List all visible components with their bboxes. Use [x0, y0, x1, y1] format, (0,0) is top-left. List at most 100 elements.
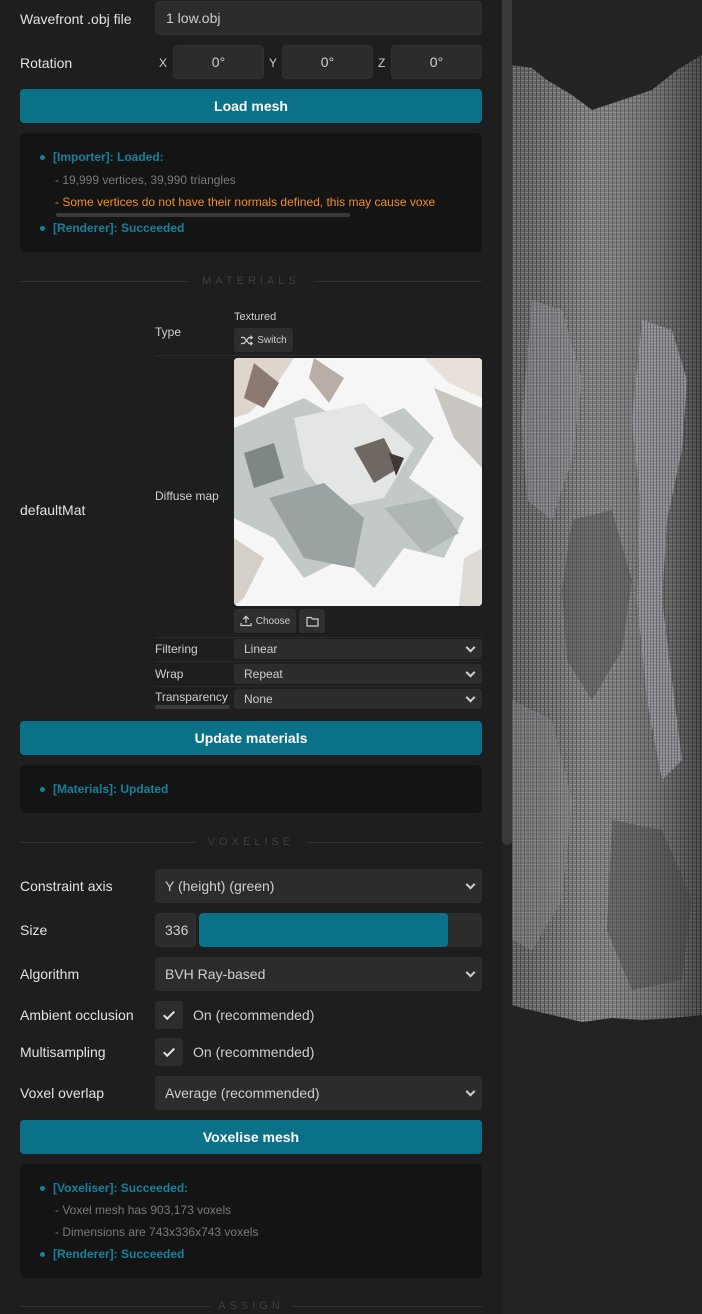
multisampling-value: On (recommended) [193, 1044, 315, 1060]
constraint-axis-value: Y (height) (green) [165, 878, 275, 894]
render-viewport[interactable] [512, 0, 702, 1314]
section-divider [20, 281, 188, 282]
rotation-z-label: Z [378, 56, 386, 70]
chevron-down-icon [465, 967, 476, 978]
size-label: Size [20, 922, 48, 938]
algorithm-select[interactable]: BVH Ray-based [155, 957, 482, 991]
folder-button[interactable] [299, 609, 325, 633]
check-icon [162, 1044, 176, 1057]
algorithm-value: BVH Ray-based [165, 966, 266, 982]
folder-icon [305, 616, 319, 627]
choose-button-label: Choose [255, 615, 291, 627]
multisampling-label: Multisampling [20, 1044, 106, 1060]
chevron-down-icon [465, 642, 476, 653]
section-divider [306, 842, 482, 843]
rotation-y-input[interactable]: 0° [282, 45, 373, 79]
log-bullet [40, 1186, 45, 1191]
size-slider[interactable] [199, 913, 482, 947]
chevron-down-icon [465, 1086, 476, 1097]
file-label: Wavefront .obj file [20, 11, 132, 27]
diffuse-map-label: Diffuse map [155, 489, 219, 503]
constraint-axis-select[interactable]: Y (height) (green) [155, 869, 482, 903]
chevron-down-icon [465, 879, 476, 890]
update-materials-button[interactable]: Update materials [20, 721, 482, 755]
transparency-select[interactable]: None [234, 689, 482, 709]
ambient-occlusion-value: On (recommended) [193, 1007, 315, 1023]
size-number-value: 336 [165, 922, 189, 938]
rotation-x-value: 0° [211, 54, 226, 70]
materials-log-head: [Materials]: Updated [53, 782, 169, 796]
size-number-input[interactable]: 336 [155, 913, 196, 947]
voxel-overlap-select[interactable]: Average (recommended) [155, 1076, 482, 1110]
label-scrollbar[interactable] [155, 705, 230, 709]
materials-log: [Materials]: Updated [20, 765, 482, 813]
import-log: [Importer]: Loaded: - 19,999 vertices, 3… [20, 133, 482, 252]
rotation-z-input[interactable]: 0° [391, 45, 482, 79]
panel-scrollbar-thumb[interactable] [502, 0, 512, 845]
importer-log-warning: - Some vertices do not have their normal… [55, 195, 436, 209]
load-mesh-button[interactable]: Load mesh [20, 89, 482, 123]
voxel-mesh-render [512, 55, 702, 1022]
log-bullet [40, 155, 45, 160]
row-separator [155, 661, 482, 662]
voxelise-section-title: VOXELISE [207, 836, 295, 848]
transparency-select-value: None [244, 692, 273, 706]
wrap-label: Wrap [155, 667, 184, 681]
type-value: Textured [234, 311, 277, 323]
switch-button-label: Switch [257, 334, 287, 346]
choose-button[interactable]: Choose [234, 609, 296, 633]
algorithm-label: Algorithm [20, 966, 80, 982]
log-bullet [40, 226, 45, 231]
importer-log-head: [Importer]: Loaded: [53, 150, 164, 164]
log-scrollbar[interactable] [56, 213, 350, 217]
shuffle-icon [241, 334, 254, 346]
materials-section-title: MATERIALS [202, 275, 300, 287]
multisampling-checkbox[interactable] [155, 1038, 183, 1066]
ambient-occlusion-label: Ambient occlusion [20, 1007, 134, 1023]
voxel-overlap-value: Average (recommended) [165, 1085, 320, 1101]
log-bullet [40, 1252, 45, 1257]
transparency-label: Transparency [155, 690, 228, 704]
voxeliser-log: [Voxeliser]: Succeeded: - Voxel mesh has… [20, 1164, 482, 1278]
voxelise-mesh-button[interactable]: Voxelise mesh [20, 1120, 482, 1154]
filtering-label: Filtering [155, 642, 198, 656]
settings-panel: Wavefront .obj file 1 low.obj Rotation X… [0, 0, 502, 1314]
file-input[interactable]: 1 low.obj [155, 1, 482, 35]
row-separator [155, 686, 482, 687]
check-icon [162, 1007, 176, 1020]
rotation-y-label: Y [269, 56, 278, 70]
row-separator [155, 355, 482, 356]
filtering-select-value: Linear [244, 642, 278, 656]
rotation-x-input[interactable]: 0° [173, 45, 264, 79]
importer-log-line: - 19,999 vertices, 39,990 triangles [55, 173, 236, 187]
chevron-down-icon [465, 692, 476, 703]
renderer-log-head: [Renderer]: Succeeded [53, 1247, 185, 1261]
wrap-select-value: Repeat [244, 667, 283, 681]
diffuse-texture-image [234, 358, 482, 606]
rotation-z-value: 0° [429, 54, 444, 70]
constraint-axis-label: Constraint axis [20, 878, 113, 894]
voxeliser-log-line: - Voxel mesh has 903,173 voxels [55, 1203, 232, 1217]
voxel-overlap-label: Voxel overlap [20, 1085, 105, 1101]
section-divider [314, 281, 482, 282]
file-input-value: 1 low.obj [166, 10, 221, 26]
material-name: defaultMat [20, 502, 86, 518]
section-divider [20, 842, 196, 843]
size-slider-fill [199, 913, 449, 947]
ambient-occlusion-checkbox[interactable] [155, 1001, 183, 1029]
rotation-label: Rotation [20, 55, 73, 71]
voxeliser-log-head: [Voxeliser]: Succeeded: [53, 1181, 189, 1195]
rotation-y-value: 0° [320, 54, 335, 70]
type-label: Type [155, 325, 182, 339]
chevron-down-icon [465, 667, 476, 678]
section-divider [20, 1306, 210, 1307]
rotation-x-label: X [159, 56, 168, 70]
log-bullet [40, 787, 45, 792]
row-separator [155, 637, 482, 638]
switch-button[interactable]: Switch [234, 328, 293, 352]
diffuse-map-preview [234, 358, 482, 606]
voxeliser-log-line: - Dimensions are 743x336x743 voxels [55, 1225, 259, 1239]
section-divider [292, 1306, 482, 1307]
filtering-select[interactable]: Linear [234, 639, 482, 659]
wrap-select[interactable]: Repeat [234, 664, 482, 684]
